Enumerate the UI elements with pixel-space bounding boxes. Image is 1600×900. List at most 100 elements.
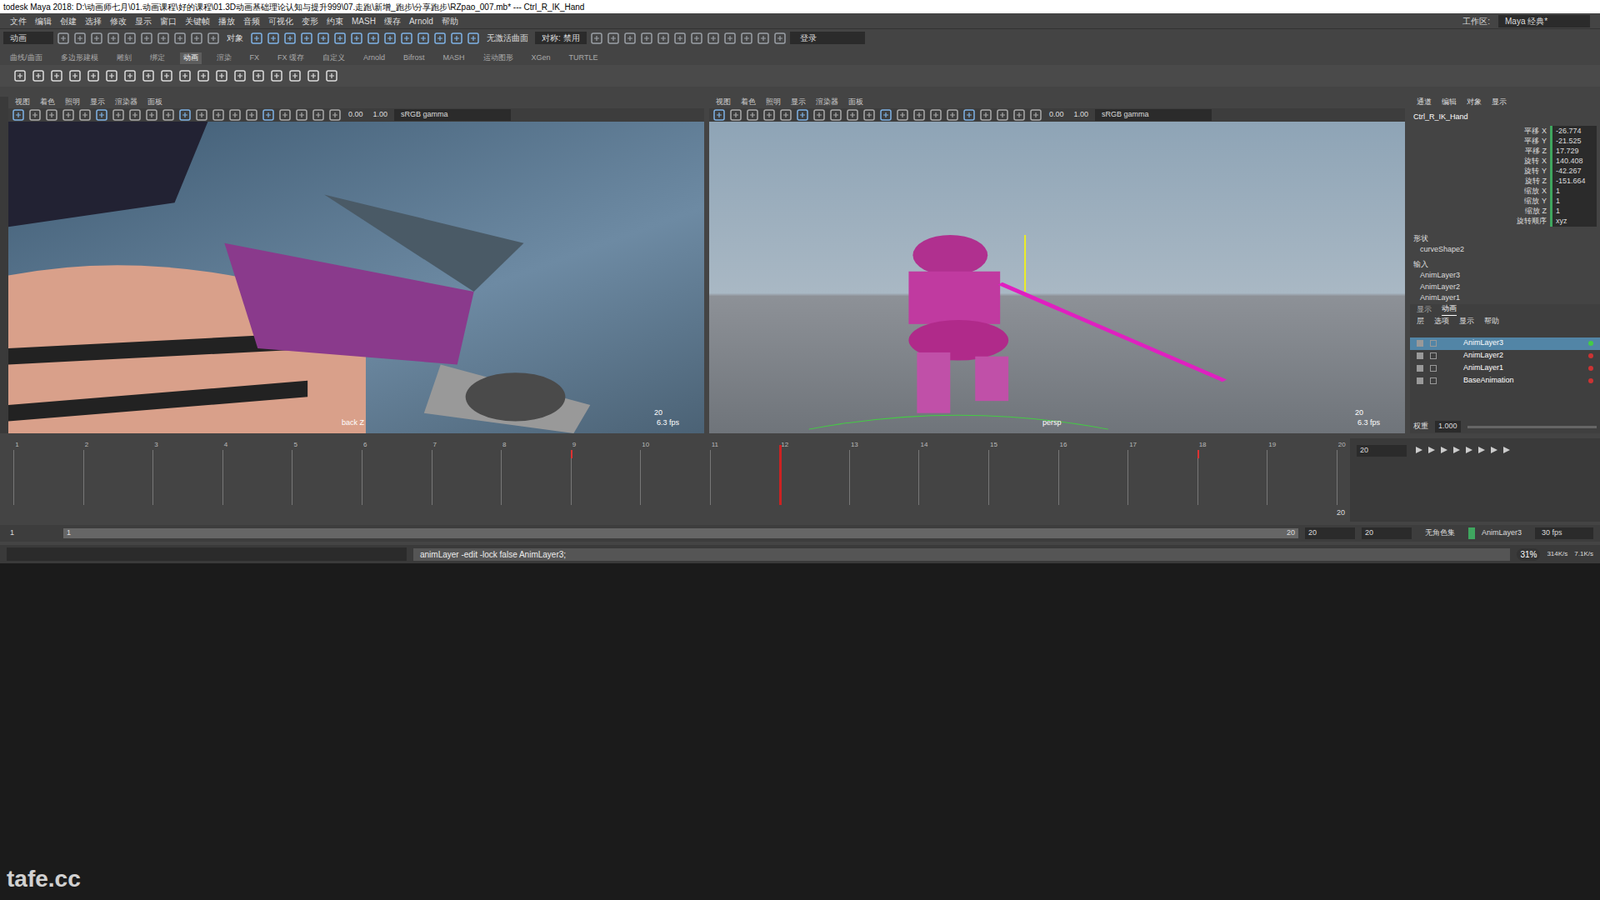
shelf-tab[interactable]: 渲染 <box>213 52 235 65</box>
panel-menu-item[interactable]: 着色 <box>40 96 55 109</box>
shelf-button-icon[interactable] <box>141 69 155 83</box>
snap-icon[interactable] <box>433 31 447 45</box>
shelf-tab[interactable]: 绑定 <box>146 52 169 65</box>
colorspace-select[interactable]: sRGB gamma <box>1095 109 1212 121</box>
timeline-track[interactable]: 123456789101112131415161718192020 <box>0 438 1350 522</box>
panel-tool-icon[interactable] <box>945 108 960 122</box>
layer-row[interactable]: BaseAnimation <box>1410 375 1600 388</box>
shelf-tab[interactable]: 自定义 <box>319 52 349 65</box>
shelf-button-icon[interactable] <box>325 69 339 83</box>
layer-row[interactable]: AnimLayer3 <box>1410 337 1600 350</box>
viewport-panel[interactable]: 视图着色照明显示渲染器面板0.001.00sRGB gammaback Z206… <box>8 96 705 434</box>
panel-tool-icon[interactable] <box>845 108 860 122</box>
status-tool-icon[interactable] <box>123 31 137 45</box>
shelf-button-icon[interactable] <box>215 69 229 83</box>
menu-item[interactable]: 窗口 <box>160 15 177 28</box>
panel-tool-icon[interactable] <box>211 108 225 122</box>
panel-tool-icon[interactable] <box>278 108 292 122</box>
panel-tool-icon[interactable] <box>812 108 826 122</box>
shelf-button-icon[interactable] <box>13 69 27 83</box>
panel-tool-icon[interactable] <box>1029 108 1043 122</box>
keyframe-marker[interactable] <box>1197 450 1200 459</box>
shelf-tab[interactable]: 雕刻 <box>113 52 135 65</box>
input-item[interactable]: AnimLayer1 <box>1410 292 1600 305</box>
workspace-select[interactable]: Maya 经典* <box>1498 15 1590 28</box>
panel-tool-icon[interactable] <box>61 108 75 122</box>
status-tool-icon[interactable] <box>156 31 170 45</box>
menu-item[interactable]: 编辑 <box>35 15 52 28</box>
exposure-value[interactable]: 0.00 <box>1045 109 1068 121</box>
menu-item[interactable]: 文件 <box>10 15 27 28</box>
panel-tool-icon[interactable] <box>962 108 976 122</box>
range-bar[interactable]: 120 <box>63 528 1299 539</box>
layer-menu-item[interactable]: 帮助 <box>1484 315 1500 328</box>
menu-item[interactable]: 播放 <box>218 15 235 28</box>
shelf-tab[interactable]: FX <box>246 52 264 65</box>
layer-row[interactable]: AnimLayer1 <box>1410 362 1600 375</box>
menu-item[interactable]: 选择 <box>85 15 102 28</box>
panel-menu-item[interactable]: 视图 <box>15 96 30 109</box>
keyframe-marker[interactable] <box>570 450 573 459</box>
viewport-panel[interactable]: 视图着色照明显示渲染器面板0.001.00sRGB gammapersp206.… <box>709 96 1405 434</box>
render-tool-icon[interactable] <box>740 31 754 45</box>
character-set[interactable]: 无角色集 <box>1418 527 1462 540</box>
panel-tool-icon[interactable] <box>979 108 993 122</box>
status-tool-icon[interactable] <box>206 31 220 45</box>
shape-item[interactable]: curveShape2 <box>1410 244 1600 256</box>
snap-icon[interactable] <box>416 31 430 45</box>
panel-tool-icon[interactable] <box>912 108 926 122</box>
render-tool-icon[interactable] <box>673 31 687 45</box>
layer-menu-item[interactable]: 层 <box>1416 315 1425 328</box>
panel-tool-icon[interactable] <box>745 108 760 122</box>
live-surface[interactable]: 无激活曲面 <box>483 31 532 45</box>
panel-tool-icon[interactable] <box>712 108 726 122</box>
shelf-button-icon[interactable] <box>196 69 210 83</box>
status-tool-icon[interactable] <box>190 31 204 45</box>
input-item[interactable]: AnimLayer3 <box>1410 270 1600 282</box>
shelf-tab[interactable]: MASH <box>440 52 469 65</box>
panel-menu-item[interactable]: 渲染器 <box>115 96 138 109</box>
render-tool-icon[interactable] <box>690 31 704 45</box>
panel-tool-icon[interactable] <box>78 108 92 122</box>
menu-item[interactable]: Arnold <box>409 15 434 28</box>
panel-menu-item[interactable]: 照明 <box>65 96 80 109</box>
panel-tool-icon[interactable] <box>762 108 776 122</box>
channel-row[interactable]: 旋转 Y-42.267 <box>1410 166 1600 177</box>
menu-item[interactable]: 缓存 <box>384 15 401 28</box>
panel-tool-icon[interactable] <box>929 108 943 122</box>
render-tool-icon[interactable] <box>706 31 720 45</box>
layer-menu-item[interactable]: 显示 <box>1459 315 1475 328</box>
shelf-button-icon[interactable] <box>233 69 247 83</box>
panel-menu-item[interactable]: 照明 <box>765 96 781 109</box>
viewport-canvas[interactable]: back Z206.3 fps <box>8 121 705 434</box>
snap-icon[interactable] <box>450 31 464 45</box>
panel-tool-icon[interactable] <box>795 108 810 122</box>
panel-tool-icon[interactable] <box>829 108 843 122</box>
channel-row[interactable]: 缩放 X1 <box>1410 186 1600 197</box>
render-tool-icon[interactable] <box>756 31 770 45</box>
layer-visibility-icon[interactable] <box>1416 377 1424 385</box>
status-tool-icon[interactable] <box>173 31 187 45</box>
panel-menu-item[interactable]: 面板 <box>848 96 864 109</box>
current-frame-field[interactable]: 20 <box>1356 445 1407 457</box>
layer-lock-icon[interactable] <box>1430 340 1437 347</box>
panel-tool-icon[interactable] <box>328 108 342 122</box>
gamma-value[interactable]: 1.00 <box>370 109 392 121</box>
playhead[interactable] <box>779 445 782 505</box>
panel-menu-item[interactable]: 显示 <box>90 96 105 109</box>
render-tool-icon[interactable] <box>723 31 737 45</box>
panel-tool-icon[interactable] <box>128 108 142 122</box>
symmetry-select[interactable]: 对称: 禁用 <box>535 31 587 45</box>
channel-row[interactable]: 平移 Y-21.525 <box>1410 136 1600 147</box>
render-tool-icon[interactable] <box>590 31 604 45</box>
menuset-select[interactable]: 动画 <box>3 31 54 45</box>
snap-icon[interactable] <box>283 31 297 45</box>
panel-tool-icon[interactable] <box>161 108 175 122</box>
exposure-value[interactable]: 0.00 <box>345 109 367 121</box>
status-tool-icon[interactable] <box>73 31 87 45</box>
shelf-tab[interactable]: Arnold <box>360 52 389 65</box>
snap-icon[interactable] <box>300 31 314 45</box>
channel-menu-item[interactable]: 显示 <box>1491 96 1507 109</box>
status-tool-icon[interactable] <box>140 31 154 45</box>
layer-lock-icon[interactable] <box>1430 377 1437 385</box>
